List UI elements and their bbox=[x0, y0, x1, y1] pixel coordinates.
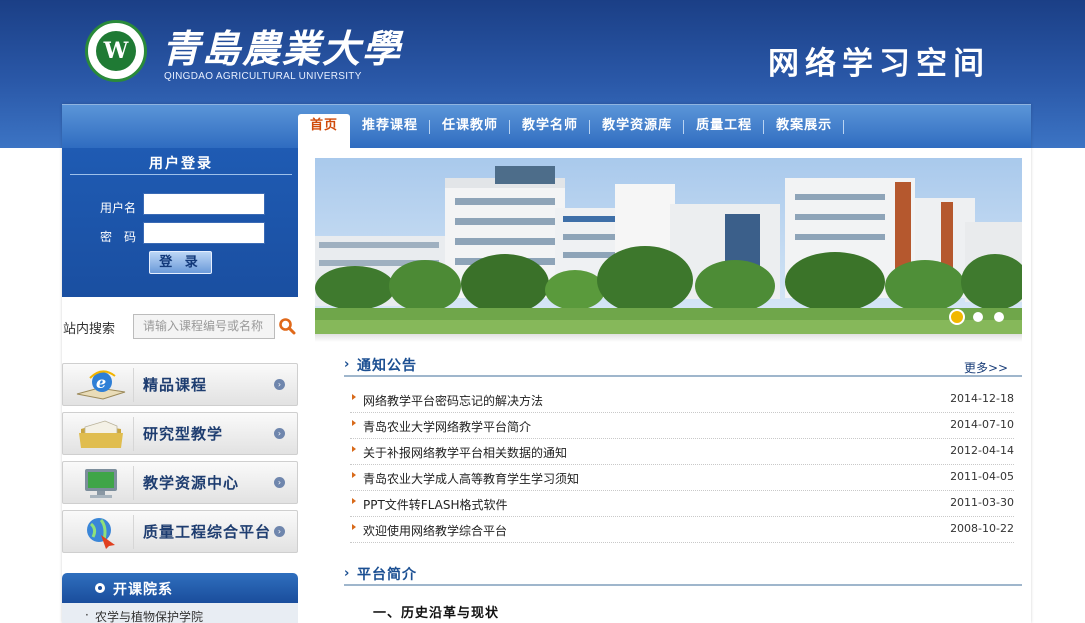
bullet-arrow-icon bbox=[352, 420, 356, 426]
departments-header: 开课院系 bbox=[62, 573, 298, 603]
university-name-en: QINGDAO AGRICULTURAL UNIVERSITY bbox=[164, 71, 362, 82]
notice-date: 2014-12-18 bbox=[950, 392, 1014, 405]
notice-title[interactable]: 欢迎使用网络教学综合平台 bbox=[363, 522, 507, 539]
chevron-right-icon: › bbox=[274, 379, 285, 390]
notice-title[interactable]: 青岛农业大学成人高等教育学生学习须知 bbox=[363, 470, 579, 487]
departments-title: 开课院系 bbox=[113, 582, 173, 598]
notice-date: 2011-04-05 bbox=[950, 470, 1014, 483]
ie-book-icon: e bbox=[76, 370, 126, 400]
notice-row[interactable]: 网络教学平台密码忘记的解决方法 2014-12-18 bbox=[350, 387, 1014, 413]
bullet-arrow-icon bbox=[352, 446, 356, 452]
quicklink-label: 教学资源中心 bbox=[143, 474, 240, 492]
search-icon[interactable] bbox=[278, 317, 296, 335]
slide-dot[interactable] bbox=[973, 312, 983, 322]
quicklink-label: 质量工程综合平台 bbox=[143, 523, 272, 541]
quicklink-quality-courses[interactable]: e 精品课程 › bbox=[62, 363, 298, 406]
notices-title: 通知公告 bbox=[357, 358, 417, 374]
search-label: 站内搜索 bbox=[63, 322, 116, 337]
globe-icon bbox=[87, 518, 115, 549]
university-name-cn: 青島農業大學 bbox=[162, 26, 403, 71]
login-divider bbox=[70, 174, 292, 175]
notice-date: 2012-04-14 bbox=[950, 444, 1014, 457]
bullet-icon bbox=[95, 583, 105, 593]
quicklink-resource-center[interactable]: 教学资源中心 › bbox=[62, 461, 298, 504]
notice-title[interactable]: 青岛农业大学网络教学平台简介 bbox=[363, 418, 531, 435]
password-label: 密 码 bbox=[100, 230, 137, 244]
site-title: 网络学习空间 bbox=[768, 46, 990, 82]
login-button[interactable]: 登 录 bbox=[149, 251, 212, 274]
notice-list: 网络教学平台密码忘记的解决方法 2014-12-18 青岛农业大学网络教学平台简介 2… bbox=[350, 387, 1014, 543]
quicklink-research-teaching[interactable]: 研究型教学 › bbox=[62, 412, 298, 455]
notice-title[interactable]: PPT文件转FLASH格式软件 bbox=[363, 496, 508, 513]
bullet-arrow-icon bbox=[352, 472, 356, 478]
folder-stack-icon bbox=[79, 420, 123, 448]
notice-title[interactable]: 关于补报网络教学平台相关数据的通知 bbox=[363, 444, 567, 461]
nav-item-6[interactable]: 教案展示 bbox=[764, 114, 845, 148]
notice-row[interactable]: 青岛农业大学成人高等教育学生学习须知 2011-04-05 bbox=[350, 465, 1014, 491]
bullet-arrow-icon bbox=[352, 524, 356, 530]
login-title: 用户登录 bbox=[149, 156, 213, 172]
quicklink-quality-platform[interactable]: 质量工程综合平台 › bbox=[62, 510, 298, 553]
chevron-right-icon: › bbox=[274, 477, 285, 488]
svg-text:e: e bbox=[96, 373, 106, 392]
intro-header: › 平台简介 bbox=[344, 562, 1022, 586]
monitor-icon bbox=[85, 469, 117, 498]
chevron-right-icon: › bbox=[274, 526, 285, 537]
main-nav: 首页 推荐课程 任课教师 教学名师 教学资源库 质量工程 教案展示 bbox=[298, 114, 845, 148]
notice-row[interactable]: 欢迎使用网络教学综合平台 2008-10-22 bbox=[350, 517, 1014, 543]
chevron-right-icon: › bbox=[274, 428, 285, 439]
university-logo-seal[interactable]: W bbox=[85, 20, 147, 82]
quicklink-label: 研究型教学 bbox=[143, 425, 224, 443]
search-input[interactable]: 请输入课程编号或名称 bbox=[133, 314, 275, 339]
slide-dot[interactable] bbox=[994, 312, 1004, 322]
department-item[interactable]: 农学与植物保护学院 bbox=[85, 608, 203, 623]
login-panel: 用户登录 用户名 密 码 登 录 bbox=[62, 148, 298, 297]
chevron-right-icon: › bbox=[344, 566, 350, 581]
chevron-right-icon: › bbox=[344, 357, 350, 372]
nav-item-3[interactable]: 教学名师 bbox=[510, 114, 591, 148]
notice-date: 2011-03-30 bbox=[950, 496, 1014, 509]
nav-item-0[interactable]: 首页 bbox=[298, 114, 351, 148]
quicklink-label: 精品课程 bbox=[143, 376, 208, 394]
nav-item-1[interactable]: 推荐课程 bbox=[350, 114, 431, 148]
notice-date: 2008-10-22 bbox=[950, 522, 1014, 535]
bullet-arrow-icon bbox=[352, 394, 356, 400]
slide-dot-active[interactable] bbox=[949, 309, 965, 325]
notice-row[interactable]: 青岛农业大学网络教学平台简介 2014-07-10 bbox=[350, 413, 1014, 439]
notice-row[interactable]: 关于补报网络教学平台相关数据的通知 2012-04-14 bbox=[350, 439, 1014, 465]
intro-subheading: 一、历史沿革与现状 bbox=[373, 606, 500, 621]
bullet-arrow-icon bbox=[352, 498, 356, 504]
notice-row[interactable]: PPT文件转FLASH格式软件 2011-03-30 bbox=[350, 491, 1014, 517]
nav-item-5[interactable]: 质量工程 bbox=[684, 114, 765, 148]
notice-title[interactable]: 网络教学平台密码忘记的解决方法 bbox=[363, 392, 543, 409]
more-link[interactable]: 更多>> bbox=[964, 359, 1008, 376]
notices-header: › 通知公告 bbox=[344, 353, 1022, 377]
nav-item-4[interactable]: 教学资源库 bbox=[590, 114, 685, 148]
notice-date: 2014-07-10 bbox=[950, 418, 1014, 431]
intro-title: 平台简介 bbox=[357, 567, 417, 583]
nav-item-2[interactable]: 任课教师 bbox=[430, 114, 511, 148]
password-input[interactable] bbox=[143, 222, 265, 244]
campus-banner-image[interactable] bbox=[315, 158, 1022, 334]
username-label: 用户名 bbox=[100, 201, 137, 215]
username-input[interactable] bbox=[143, 193, 265, 215]
